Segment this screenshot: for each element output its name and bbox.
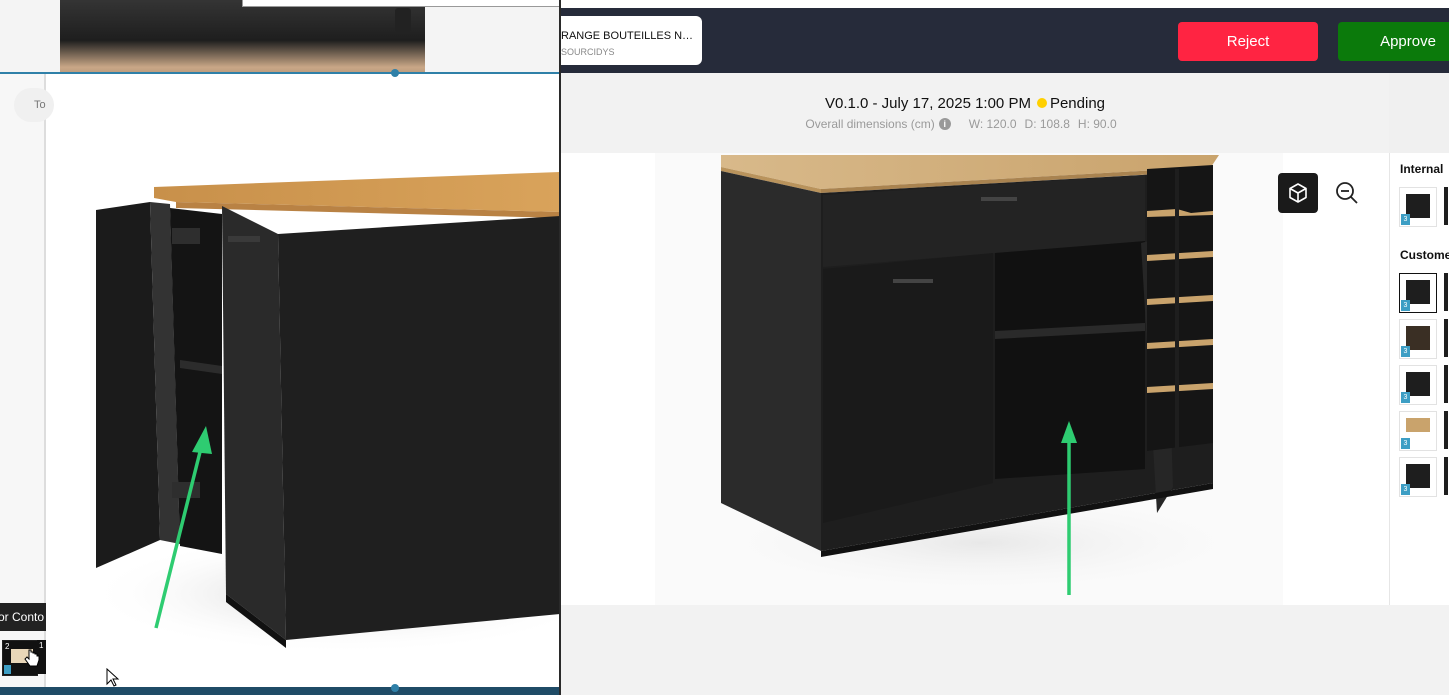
cube-icon <box>1289 183 1307 203</box>
custom-thumbnail-1[interactable]: 3 <box>1399 273 1437 313</box>
left-top-photo <box>60 0 425 74</box>
left-top-box <box>242 0 560 7</box>
custom-section-label: Custome <box>1400 248 1449 262</box>
zoom-out-icon <box>1336 182 1358 204</box>
left-cabinet-render <box>86 172 560 654</box>
dimensions-line: Overall dimensions (cm) i W: 120.0 D: 108.8… <box>561 117 1369 132</box>
thumb-badge: 3 <box>1401 484 1410 495</box>
left-thumb-badge <box>4 665 11 674</box>
dimension-width: W: 120.0 <box>968 117 1017 131</box>
right-top-strip <box>561 0 1449 8</box>
custom-thumbnail-3-next[interactable] <box>1444 365 1448 403</box>
status-label: Pending <box>1049 95 1106 112</box>
custom-thumbnail-2[interactable]: 3 <box>1399 319 1437 359</box>
info-icon[interactable]: i <box>938 117 951 130</box>
left-bottom-divider-handle[interactable] <box>391 684 399 692</box>
left-top-photo-strip <box>0 0 560 74</box>
product-brand: SOURCIDYS <box>561 47 615 57</box>
thumb-badge: 3 <box>1401 214 1410 225</box>
dimensions-label: Overall dimensions (cm) <box>805 117 935 131</box>
internal-thumbnail[interactable]: 3 <box>1399 187 1437 227</box>
product-card[interactable]: RANGE BOUTEILLES NO... SOURCIDYS <box>561 16 702 65</box>
left-top-cord <box>395 8 411 32</box>
reject-button[interactable]: Reject <box>1178 22 1318 61</box>
custom-thumbnail-3[interactable]: 3 <box>1399 365 1437 405</box>
approve-button[interactable]: Approve <box>1338 22 1449 61</box>
internal-section-label: Internal <box>1400 162 1444 176</box>
left-bottom-divider <box>0 687 560 695</box>
custom-thumbnail-2-next[interactable] <box>1444 319 1448 357</box>
version-info: V0.1.0 - July 17, 2025 1:00 PM Pending Ov… <box>561 73 1389 153</box>
model-viewer[interactable] <box>561 153 1389 605</box>
pointer-cursor-icon <box>106 668 120 687</box>
product-title: RANGE BOUTEILLES NO... <box>561 30 695 42</box>
thumb-badge: 3 <box>1401 438 1410 449</box>
thumb-badge: 3 <box>1401 346 1410 357</box>
left-thumb-number: 2 <box>5 642 10 651</box>
custom-thumbnail-4-next[interactable] <box>1444 411 1448 449</box>
custom-thumbnail-4[interactable]: 3 <box>1399 411 1437 451</box>
zoom-out-button[interactable] <box>1331 177 1363 209</box>
status-dot-icon <box>1036 98 1047 109</box>
right-cabinet-render <box>651 153 1311 605</box>
review-header: RANGE BOUTEILLES NO... SOURCIDYS Reject … <box>561 8 1449 73</box>
version-line: V0.1.0 - July 17, 2025 1:00 PM Pending <box>561 95 1369 112</box>
left-tooltip: or Conto <box>0 603 46 631</box>
hand-cursor-icon <box>24 649 40 667</box>
left-preview-pane: To or Conto 2 1 <box>0 0 560 695</box>
3d-view-button[interactable] <box>1278 173 1318 213</box>
thumb-image <box>1406 418 1430 432</box>
custom-thumbnail-1-next[interactable] <box>1444 273 1448 311</box>
viewer-footer-area <box>561 605 1449 695</box>
variant-side-panel: Internal 3 Custome 3 3 3 3 3 <box>1389 153 1449 605</box>
internal-thumbnail-next[interactable] <box>1444 187 1448 225</box>
left-sidebar <box>0 74 46 688</box>
version-label: V0.1.0 - July 17, 2025 1:00 PM <box>824 95 1031 112</box>
thumb-badge: 3 <box>1401 300 1410 311</box>
custom-thumbnail-5-next[interactable] <box>1444 457 1448 495</box>
custom-thumbnail-5[interactable]: 3 <box>1399 457 1437 497</box>
dimension-depth: D: 108.8 <box>1024 117 1070 131</box>
thumb-badge: 3 <box>1401 392 1410 403</box>
dimension-height: H: 90.0 <box>1077 117 1117 131</box>
